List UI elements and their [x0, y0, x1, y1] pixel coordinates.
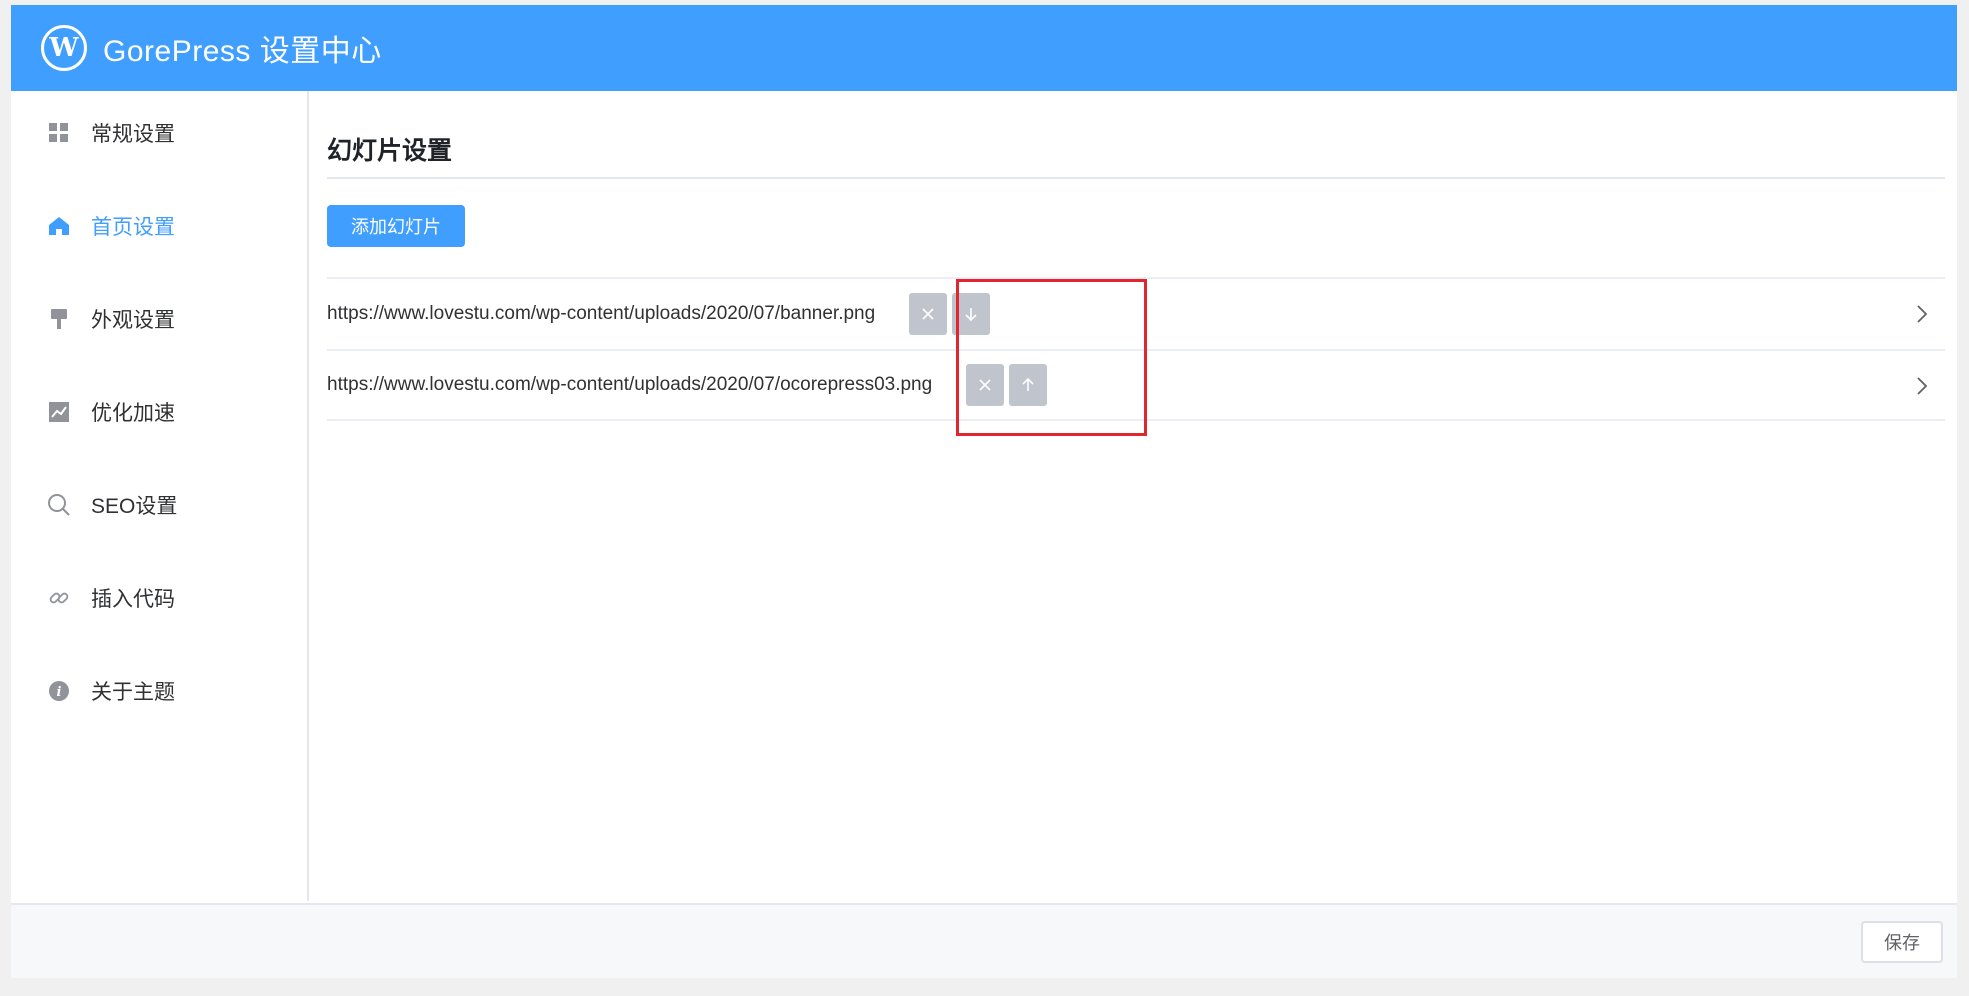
slide-url: https://www.lovestu.com/wp-content/uploa… — [327, 303, 876, 324]
slide-actions — [966, 364, 1048, 406]
slide-actions — [909, 293, 991, 335]
save-button[interactable]: 保存 — [1861, 921, 1943, 963]
slide-url: https://www.lovestu.com/wp-content/uploa… — [327, 374, 933, 395]
move-down-button[interactable] — [952, 293, 991, 335]
close-icon — [922, 308, 934, 320]
app-header: W GorePress 设置中心 — [11, 5, 1957, 91]
sidebar-item-appearance[interactable]: 外观设置 — [47, 299, 175, 339]
slide-row[interactable]: https://www.lovestu.com/wp-content/uploa… — [327, 277, 1945, 349]
footer-bar: 保存 — [11, 903, 1957, 978]
section-title: 幻灯片设置 — [327, 137, 453, 165]
chevron-right-icon[interactable] — [1911, 375, 1933, 397]
delete-slide-button[interactable] — [966, 364, 1005, 406]
sidebar-item-code[interactable]: 插入代码 — [47, 578, 175, 618]
close-icon — [979, 379, 991, 391]
chevron-right-icon[interactable] — [1911, 303, 1933, 325]
link-icon — [47, 586, 71, 610]
sidebar-item-label: 关于主题 — [91, 681, 175, 704]
main-content: 幻灯片设置 添加幻灯片 https://www.lovestu.com/wp-c… — [327, 91, 1945, 901]
sidebar-item-label: 首页设置 — [91, 216, 175, 239]
paint-brush-icon — [47, 307, 71, 331]
delete-slide-button[interactable] — [909, 293, 948, 335]
settings-panel: W GorePress 设置中心 常规设置 首页设置 外观设置 优化加速 SEO… — [11, 5, 1957, 978]
home-icon — [47, 214, 71, 238]
sidebar: 常规设置 首页设置 外观设置 优化加速 SEO设置 插入代码 i 关于主题 — [11, 91, 309, 901]
app-title: GorePress 设置中心 — [103, 35, 382, 68]
info-icon: i — [47, 679, 71, 703]
sidebar-item-about[interactable]: i 关于主题 — [47, 671, 175, 711]
title-divider — [327, 177, 1945, 179]
svg-text:i: i — [57, 685, 62, 700]
sidebar-item-home[interactable]: 首页设置 — [47, 206, 175, 246]
arrow-up-icon — [1022, 377, 1034, 391]
sidebar-item-label: SEO设置 — [91, 495, 178, 518]
sidebar-item-general[interactable]: 常规设置 — [47, 113, 175, 153]
sidebar-item-label: 外观设置 — [91, 309, 175, 332]
add-slide-button[interactable]: 添加幻灯片 — [327, 205, 465, 247]
wordpress-logo-icon: W — [41, 25, 87, 71]
sidebar-item-seo[interactable]: SEO设置 — [47, 485, 177, 525]
move-up-button[interactable] — [1009, 364, 1048, 406]
sidebar-item-label: 优化加速 — [91, 402, 175, 425]
search-icon — [47, 493, 71, 517]
sidebar-item-optimize[interactable]: 优化加速 — [47, 392, 175, 432]
sidebar-item-label: 常规设置 — [91, 123, 175, 146]
slide-row[interactable]: https://www.lovestu.com/wp-content/uploa… — [327, 349, 1945, 421]
chart-icon — [47, 400, 71, 424]
grid-icon — [47, 121, 71, 145]
sidebar-item-label: 插入代码 — [91, 588, 175, 611]
arrow-down-icon — [965, 308, 977, 322]
